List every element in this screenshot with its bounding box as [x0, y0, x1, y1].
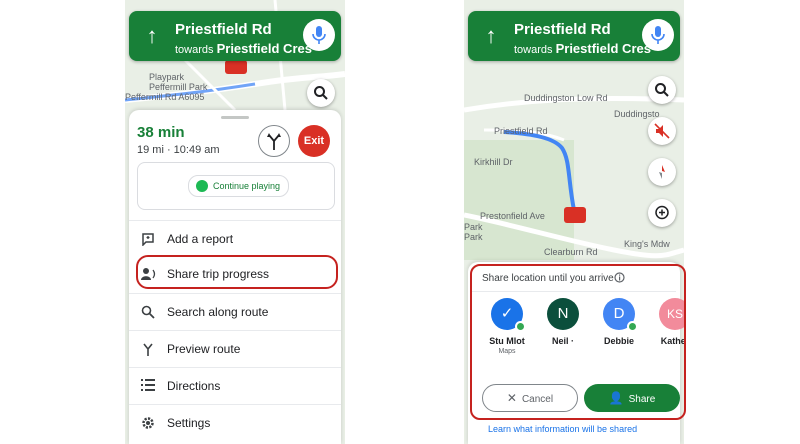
- map-label: Park: [464, 232, 483, 242]
- straight-arrow-icon: ↑: [485, 23, 497, 48]
- list-icon: [141, 379, 155, 391]
- search-button[interactable]: [307, 79, 335, 107]
- menu-item-search-along-route[interactable]: Search along route: [129, 293, 341, 330]
- menu-item-directions[interactable]: Directions: [129, 367, 341, 404]
- map-label: Duddingston Low Rd: [524, 93, 608, 103]
- sheet-handle[interactable]: [221, 116, 249, 119]
- towards-road: Priestfield Cres: [555, 41, 651, 56]
- add-report-button[interactable]: [648, 199, 676, 227]
- trip-sheet: 38 min 19 mi · 10:49 am Exit Continue pl…: [129, 110, 341, 444]
- map-label: King's Mdw: [624, 239, 670, 249]
- spotify-icon: [196, 180, 208, 192]
- straight-arrow-icon: ↑: [146, 23, 158, 48]
- nav-road-name: Priestfield Rd: [175, 21, 272, 38]
- eta-details: 19 mi · 10:49 am: [137, 144, 220, 156]
- menu-item-settings[interactable]: Settings: [129, 404, 341, 441]
- preview-route-icon: [143, 343, 153, 356]
- map-label: Playpark: [149, 72, 185, 82]
- gear-icon: [142, 417, 154, 429]
- highlight-annotation: [136, 255, 338, 289]
- continue-playing-label: Continue playing: [213, 181, 281, 191]
- nav-road-name: Priestfield Rd: [514, 21, 611, 38]
- search-icon: [655, 83, 669, 97]
- towards-prefix: towards: [175, 44, 214, 56]
- map-label: Priestfield Rd: [494, 126, 548, 136]
- menu-item-label: Preview route: [167, 342, 241, 356]
- menu-item-preview-route[interactable]: Preview route: [129, 330, 341, 367]
- car-marker: [225, 60, 247, 74]
- report-icon: [142, 233, 154, 246]
- map-label: Peffermill Park: [149, 82, 208, 92]
- navigation-banner[interactable]: ↑ Priestfield Rd towards Priestfield Cre…: [129, 11, 341, 61]
- mute-button[interactable]: [648, 117, 676, 145]
- exit-button[interactable]: Exit: [298, 125, 330, 157]
- map-label: Peffermill Rd A6095: [125, 92, 205, 102]
- fork-route-icon: [267, 133, 281, 150]
- map-label: Prestonfield Ave: [480, 211, 545, 221]
- search-button[interactable]: [648, 76, 676, 104]
- alternate-routes-button[interactable]: [258, 125, 290, 157]
- menu-item-label: Search along route: [167, 305, 269, 319]
- search-icon: [141, 305, 155, 319]
- menu-item-add-report[interactable]: Add a report: [129, 220, 341, 257]
- learn-more-link[interactable]: Learn what information will be shared: [488, 424, 637, 434]
- map-label: Park: [464, 222, 483, 232]
- sound-off-icon: [654, 123, 670, 139]
- media-card: Continue playing: [137, 162, 335, 210]
- navigation-banner[interactable]: ↑ Priestfield Rd towards Priestfield Cre…: [468, 11, 680, 61]
- mic-icon: [312, 26, 326, 44]
- voice-search-button[interactable]: [303, 19, 335, 51]
- menu-item-label: Directions: [167, 379, 221, 393]
- menu-item-label: Add a report: [167, 232, 234, 246]
- highlight-annotation: [470, 264, 686, 420]
- car-marker: [564, 207, 586, 223]
- nav-towards: towards Priestfield Cres: [514, 41, 651, 56]
- eta-time: 38 min: [137, 124, 185, 141]
- compass-button[interactable]: [648, 158, 676, 186]
- map-label: Kirkhill Dr: [474, 157, 513, 167]
- mic-icon: [651, 26, 665, 44]
- continue-playing-button[interactable]: Continue playing: [188, 175, 290, 197]
- menu-item-label: Settings: [167, 416, 211, 430]
- nav-towards: towards Priestfield Cres: [175, 41, 312, 56]
- search-icon: [314, 86, 328, 100]
- voice-search-button[interactable]: [642, 19, 674, 51]
- add-comment-icon: [655, 205, 669, 220]
- left-phone-screen: Playpark Peffermill Park Peffermill Rd A…: [125, 0, 345, 444]
- map-label: Duddingsto: [614, 109, 660, 119]
- towards-prefix: towards: [514, 44, 553, 56]
- map-label: Clearburn Rd: [544, 247, 598, 257]
- towards-road: Priestfield Cres: [216, 41, 312, 56]
- compass-icon: [659, 165, 665, 179]
